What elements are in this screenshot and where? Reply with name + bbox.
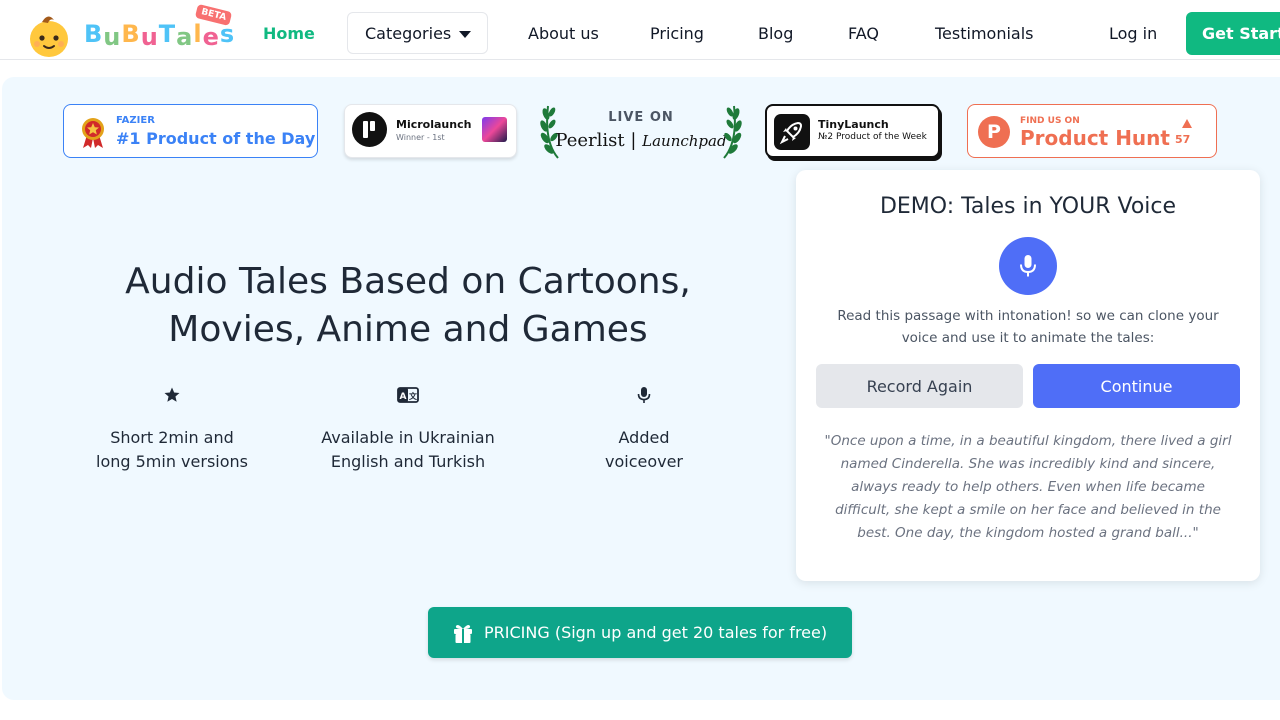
upvote-count: 57 (1175, 133, 1191, 146)
nav-faq[interactable]: FAQ (848, 24, 879, 43)
peerlist-badge[interactable]: LIVE ON Peerlist | Launchpad (540, 100, 742, 160)
microlaunch-badge[interactable]: Microlaunch Winner - 1st (344, 104, 517, 158)
brand-letter: a (176, 23, 194, 51)
nav-pricing[interactable]: Pricing (650, 24, 704, 43)
nav-about[interactable]: About us (528, 24, 599, 43)
feature-versions: Short 2min and long 5min versions (72, 384, 272, 474)
tinylaunch-title: TinyLaunch (818, 118, 889, 131)
nav-testimonials[interactable]: Testimonials (935, 24, 1034, 43)
nav-blog[interactable]: Blog (758, 24, 793, 43)
svg-text:A: A (400, 392, 407, 402)
producthunt-icon: P (978, 116, 1010, 148)
gift-icon (452, 622, 474, 644)
feature-3-line-1: Added (618, 428, 670, 447)
feature-1-line-1: Short 2min and (110, 428, 234, 447)
brand-letter: e (202, 23, 220, 51)
hero-headline: Audio Tales Based on Cartoons, Movies, A… (60, 258, 756, 354)
producthunt-label: FIND US ON (1020, 116, 1080, 126)
headline-line-1: Audio Tales Based on Cartoons, (125, 261, 691, 302)
record-again-button[interactable]: Record Again (816, 364, 1023, 408)
feature-2-line-1: Available in Ukrainian (321, 428, 495, 447)
record-mic-button[interactable] (999, 237, 1057, 295)
headline-line-2: Movies, Anime and Games (168, 309, 648, 350)
peerlist-title: Peerlist | Launchpad (555, 130, 727, 151)
brand-letter: B (121, 20, 141, 48)
medal-icon (82, 118, 104, 148)
brand-letter: u (103, 23, 122, 51)
get-started-button[interactable]: Get Started (1186, 12, 1280, 55)
svg-text:文: 文 (409, 391, 418, 401)
microphone-icon (544, 384, 744, 406)
login-link[interactable]: Log in (1109, 24, 1157, 43)
producthunt-title: Product Hunt (1020, 126, 1170, 150)
tinylaunch-sub: №2 Product of the Week (818, 132, 927, 142)
microlaunch-title: Microlaunch (396, 118, 472, 131)
feature-1-line-2: long 5min versions (96, 452, 248, 471)
top-navbar: BuBuTales BETA Home Categories About us … (0, 0, 1280, 60)
caret-down-icon (459, 31, 471, 38)
demo-card: DEMO: Tales in YOUR Voice Read this pass… (796, 170, 1260, 581)
peerlist-live-on: LIVE ON (608, 110, 674, 125)
brand-letter: B (84, 20, 104, 48)
feature-3-line-2: voiceover (604, 452, 684, 471)
brand-letter: u (140, 23, 159, 51)
microlaunch-sub: Winner - 1st (396, 133, 445, 142)
pricing-button-label: PRICING (Sign up and get 20 tales for fr… (484, 623, 828, 642)
fazier-title: #1 Product of the Day (116, 129, 316, 148)
product-thumbnail (482, 117, 507, 142)
fazier-label: FAZIER (116, 115, 155, 126)
pricing-signup-button[interactable]: PRICING (Sign up and get 20 tales for fr… (428, 607, 852, 658)
fazier-badge[interactable]: FAZIER #1 Product of the Day (63, 104, 318, 158)
demo-passage: "Once upon a time, in a beautiful kingdo… (824, 433, 1232, 541)
microphone-icon (1020, 255, 1036, 277)
peerlist-sub: Launchpad (642, 132, 727, 150)
brand-letter: T (158, 20, 177, 48)
baby-face-icon (30, 16, 68, 57)
star-icon (72, 384, 272, 406)
microlaunch-icon (352, 112, 387, 147)
peerlist-brand: Peerlist (555, 130, 625, 151)
translate-icon: A 文 (308, 384, 508, 406)
tinylaunch-badge[interactable]: TinyLaunch №2 Product of the Week (765, 104, 940, 158)
categories-dropdown[interactable]: Categories (347, 12, 488, 54)
categories-label: Categories (365, 23, 452, 43)
rocket-icon (774, 114, 810, 150)
continue-button[interactable]: Continue (1033, 364, 1240, 408)
demo-instructions: Read this passage with intonation! so we… (837, 308, 1219, 346)
brand-logo[interactable]: BuBuTales BETA (28, 3, 238, 60)
feature-languages: A 文 Available in Ukrainian English and T… (308, 384, 508, 474)
laurel-right-icon (723, 105, 742, 159)
brand-letter: l (193, 20, 203, 48)
producthunt-badge[interactable]: P FIND US ON Product Hunt 57 (967, 104, 1217, 158)
feature-voiceover: Added voiceover (544, 384, 744, 474)
upvote-icon (1182, 119, 1192, 128)
demo-title: DEMO: Tales in YOUR Voice (879, 194, 1177, 219)
brand-name: BuBuTales (84, 20, 235, 51)
nav-home[interactable]: Home (263, 24, 315, 43)
feature-2-line-2: English and Turkish (330, 452, 486, 471)
